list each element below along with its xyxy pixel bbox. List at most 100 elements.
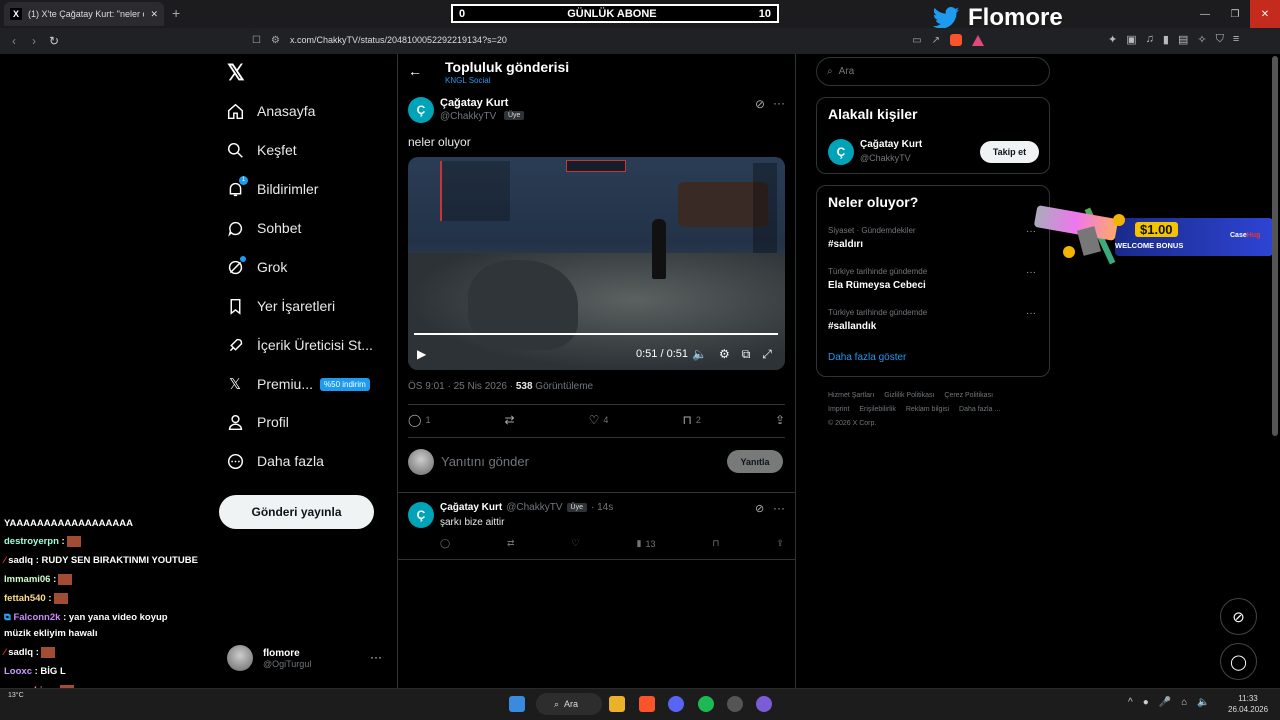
nav-item-home[interactable]: Anasayfa	[226, 102, 315, 120]
site-info-icon[interactable]: ⚙	[271, 35, 280, 46]
search-input[interactable]: ⌕ Ara	[816, 57, 1050, 86]
pip-icon[interactable]: ⧉	[742, 347, 751, 362]
account-switcher[interactable]: flomore @OgiTurgul	[227, 645, 311, 671]
more-options-icon[interactable]: ···	[773, 501, 785, 515]
nav-item-creator-studio[interactable]: İçerik Üreticisi St...	[226, 336, 373, 354]
new-tab-button[interactable]: +	[172, 5, 180, 21]
nav-item-explore[interactable]: Keşfet	[226, 141, 297, 159]
avatar[interactable]: Ç	[408, 502, 434, 528]
weather-widget[interactable]: 13°C	[8, 692, 24, 699]
forward-arrow-icon[interactable]: ›	[24, 34, 44, 48]
footer-link[interactable]: Reklam bilgisi	[906, 406, 949, 413]
avatar[interactable]: Ç	[828, 139, 854, 165]
back-arrow-icon[interactable]: ←	[408, 63, 422, 79]
show-more-link[interactable]: Daha fazla göster	[828, 352, 906, 363]
grok-icon[interactable]: ⊘	[755, 502, 764, 515]
share-icon[interactable]: ⇪	[776, 538, 784, 549]
share-button[interactable]: ⇪	[775, 413, 785, 427]
comment-author-handle[interactable]: @ChakkyTV	[506, 502, 562, 513]
footer-link[interactable]: Hizmet Şartları	[828, 392, 874, 399]
related-person-name[interactable]: Çağatay Kurt	[860, 139, 922, 150]
messages-float-button[interactable]: ◯	[1220, 643, 1257, 680]
play-icon[interactable]: ▶	[417, 347, 426, 361]
comment-author-name[interactable]: Çağatay Kurt	[440, 502, 502, 513]
clock[interactable]: 11:33 26.04.2026	[1228, 693, 1268, 715]
back-arrow-icon[interactable]: ‹	[4, 34, 24, 48]
like-button[interactable]: ♡ 4	[589, 413, 609, 427]
network-icon[interactable]: ⌂	[1181, 697, 1187, 708]
fullscreen-icon[interactable]: ⤢	[762, 347, 772, 362]
reply-input[interactable]: Yanıtını gönder	[441, 454, 529, 469]
volume-icon[interactable]: 🔈	[692, 347, 707, 362]
avatar[interactable]: Ç	[408, 97, 434, 123]
brave-rewards-icon[interactable]	[972, 34, 984, 46]
scrollbar[interactable]	[1272, 56, 1278, 436]
trend-item[interactable]: #sallandık	[828, 321, 876, 332]
brave-shield-icon[interactable]	[950, 34, 962, 46]
start-icon[interactable]	[509, 696, 525, 712]
reply-submit-button[interactable]: Yanıtla	[727, 450, 783, 473]
discord-icon[interactable]	[668, 696, 684, 712]
trend-more-icon[interactable]: ···	[1026, 308, 1036, 319]
reload-icon[interactable]: ↻	[44, 34, 64, 48]
close-window-icon[interactable]: ✕	[1250, 0, 1280, 28]
follow-button[interactable]: Takip et	[980, 141, 1039, 163]
nav-item-grok[interactable]: Grok	[226, 256, 287, 276]
footer-link[interactable]: Çerez Politikası	[944, 392, 993, 399]
footer-link[interactable]: Daha fazla ...	[959, 406, 1000, 413]
wallet2-icon[interactable]: ▤	[1178, 33, 1188, 46]
trend-item[interactable]: #saldırı	[828, 239, 863, 250]
grok-icon[interactable]: ⊘	[755, 97, 765, 111]
settings-icon[interactable]: ⚙	[719, 347, 730, 362]
bookmark-page-icon[interactable]: ☐	[252, 35, 261, 46]
tab-close-icon[interactable]: ✕	[150, 9, 158, 20]
post-button[interactable]: Gönderi yayınla	[219, 495, 374, 529]
address-bar[interactable]: ☐ ⚙ x.com/ChakkyTV/status/20481000522922…	[246, 30, 990, 50]
footer-link[interactable]: Imprint	[828, 406, 849, 413]
nav-item-profile[interactable]: Profil	[226, 413, 289, 431]
x-logo-icon[interactable]: 𝕏	[227, 60, 245, 86]
share-icon[interactable]: ↗	[932, 35, 940, 46]
url-text[interactable]: x.com/ChakkyTV/status/204810005229221913…	[290, 35, 902, 45]
file-explorer-icon[interactable]	[609, 696, 625, 712]
nav-item-chat[interactable]: Sohbet	[226, 219, 301, 237]
menu-icon[interactable]: ≡	[1233, 33, 1239, 46]
video-player[interactable]	[408, 157, 785, 370]
comment-time[interactable]: · 14s	[591, 502, 613, 513]
trend-item[interactable]: Ela Rümeysa Cebeci	[828, 280, 926, 291]
music-icon[interactable]: ♫	[1146, 33, 1154, 46]
ai-icon[interactable]: ✧	[1197, 33, 1206, 46]
bookmark-icon[interactable]: ⊓	[712, 538, 719, 549]
views-button[interactable]: ▮ 13	[637, 538, 656, 549]
trend-more-icon[interactable]: ···	[1026, 267, 1036, 278]
account-more-icon[interactable]: ···	[370, 650, 382, 664]
cast-icon[interactable]: ▭	[912, 35, 921, 46]
maximize-icon[interactable]: ❐	[1220, 0, 1250, 28]
footer-link[interactable]: Erişilebilirlik	[859, 406, 896, 413]
mic-icon[interactable]: 🎤	[1159, 697, 1171, 708]
app-icon[interactable]	[727, 696, 743, 712]
video-progress-bar[interactable]	[414, 333, 778, 335]
minimize-icon[interactable]: —	[1190, 0, 1220, 28]
heart-icon[interactable]: ♡	[572, 538, 580, 549]
reply-icon[interactable]: ◯	[440, 538, 450, 549]
bookmark-button[interactable]: ⊓ 2	[682, 413, 700, 427]
vpn-icon[interactable]: ⛉	[1216, 33, 1224, 46]
post-author-name[interactable]: Çağatay Kurt	[440, 97, 508, 109]
volume-icon[interactable]: 🔈	[1197, 697, 1209, 708]
grok-float-button[interactable]: ⊘	[1220, 598, 1257, 635]
sidebar-icon[interactable]: ▮	[1163, 33, 1169, 46]
nav-item-premium[interactable]: 𝕏 Premiu... %50 indirim	[226, 375, 370, 393]
spotify-icon[interactable]	[698, 696, 714, 712]
related-person-handle[interactable]: @ChakkyTV	[860, 153, 911, 163]
nav-item-notifications[interactable]: 1 Bildirimler	[226, 176, 318, 198]
reply-button[interactable]: ◯ 1	[408, 413, 430, 427]
more-options-icon[interactable]: ···	[773, 96, 785, 110]
brave-browser-icon[interactable]	[639, 696, 655, 712]
nav-item-bookmarks[interactable]: Yer İşaretleri	[226, 297, 335, 315]
extensions-icon[interactable]: ✦	[1108, 33, 1117, 46]
footer-link[interactable]: Gizlilik Politikası	[884, 392, 934, 399]
repost-icon[interactable]: ⇄	[507, 538, 515, 549]
wallet-icon[interactable]: ▣	[1126, 33, 1136, 46]
app-tray-icon[interactable]: ●	[1143, 697, 1149, 708]
